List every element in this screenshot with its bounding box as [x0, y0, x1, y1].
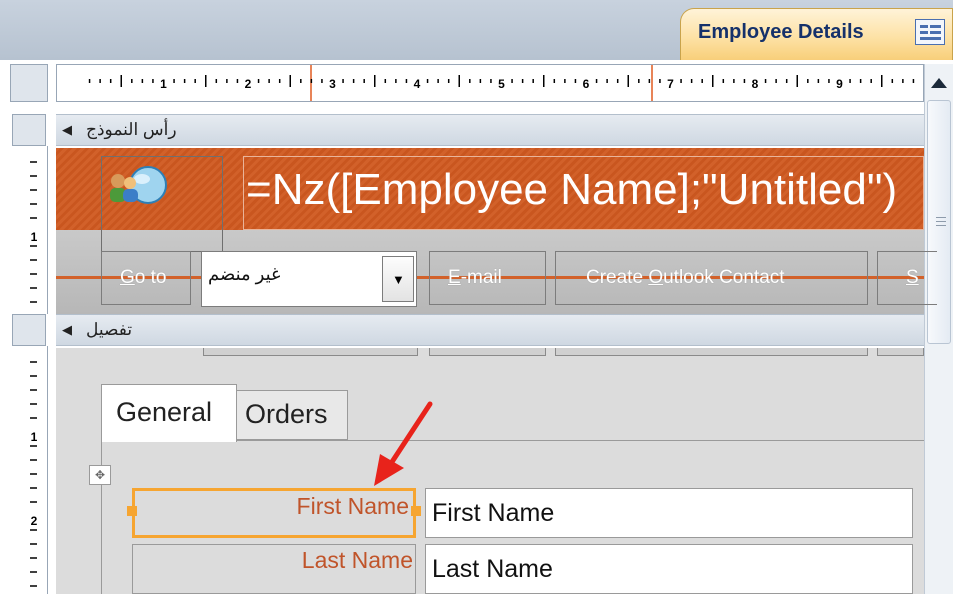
form-design-view: Employee Details 123456789 ◀ رأس النموذج… — [0, 0, 953, 594]
last-name-value: Last Name — [432, 555, 553, 583]
detail-section-label: تفصيل — [86, 320, 133, 339]
outlook-label-end: utlook Contact — [663, 267, 785, 288]
ruler-number: 2 — [245, 77, 252, 91]
control-stub — [203, 348, 418, 356]
goto-label-text: o to — [134, 267, 167, 288]
tab-general[interactable]: General — [101, 384, 237, 442]
email-label: -mail — [460, 267, 502, 288]
combo-dropdown-button[interactable]: ▼ — [382, 256, 414, 302]
scroll-up-arrow-icon[interactable] — [925, 68, 953, 98]
scrollbar-thumb[interactable] — [927, 100, 951, 344]
ruler-number: 6 — [583, 77, 590, 91]
resize-handle[interactable] — [411, 506, 421, 516]
document-tab-title: Employee Details — [698, 21, 864, 43]
form-selector[interactable] — [10, 64, 48, 102]
control-stub — [429, 348, 546, 356]
horizontal-ruler[interactable]: 1 2 3 4 5 6 7 8 9 — [56, 64, 924, 102]
document-tab-bar: Employee Details — [0, 0, 953, 60]
last-name-textbox[interactable]: Last Name — [425, 544, 913, 594]
outlook-label-start: Create — [586, 267, 649, 288]
ruler-number: 1 — [160, 77, 167, 91]
form-header-section-selector[interactable] — [12, 114, 46, 146]
goto-label[interactable]: Go to — [101, 251, 191, 305]
vertical-ruler-detail[interactable]: 12 — [10, 346, 48, 594]
ruler-number: 1 — [31, 230, 38, 244]
first-name-label-text: First Name — [296, 493, 409, 519]
save-label-partial: S — [906, 267, 919, 288]
first-name-label[interactable]: First Name — [132, 488, 416, 538]
section-collapse-icon[interactable]: ◀ — [62, 322, 72, 338]
resize-handle[interactable] — [127, 506, 137, 516]
goto-combo-value: غير منضم — [208, 264, 281, 284]
goto-combo-box[interactable]: غير منضم ▼ — [201, 251, 417, 307]
email-accelerator: E — [448, 267, 461, 288]
detail-section-bar[interactable]: ◀ تفصيل — [56, 314, 924, 346]
ruler-number: 1 — [31, 430, 38, 444]
first-name-textbox[interactable]: First Name — [425, 488, 913, 538]
ruler-number: 4 — [414, 77, 421, 91]
tab-orders-label: Orders — [245, 399, 328, 429]
detail-section-selector[interactable] — [12, 314, 46, 346]
annotation-arrow-icon — [374, 401, 433, 486]
ruler-number: 5 — [498, 77, 505, 91]
move-handle-icon[interactable]: ✥ — [89, 465, 111, 485]
email-button[interactable]: E-mail — [429, 251, 546, 305]
save-button-partial[interactable]: S — [877, 251, 937, 305]
control-stub — [555, 348, 868, 356]
ruler-number: 8 — [752, 77, 759, 91]
ruler-number: 3 — [329, 77, 336, 91]
vertical-ruler-header[interactable]: 1 — [10, 146, 48, 314]
form-header-section-bar[interactable]: ◀ رأس النموذج — [56, 114, 924, 146]
ruler-number: 9 — [836, 77, 843, 91]
last-name-label[interactable]: Last Name — [132, 544, 416, 594]
first-name-value: First Name — [432, 499, 555, 527]
create-outlook-contact-button[interactable]: Create Outlook Contact — [555, 251, 868, 305]
horizontal-ruler-ticks: 1 2 3 4 5 6 7 8 9 — [88, 65, 915, 101]
title-textbox[interactable]: =Nz([Employee Name];"Untitled") — [243, 156, 924, 230]
tab-general-label: General — [116, 397, 213, 427]
chevron-down-icon: ▼ — [392, 272, 405, 287]
vertical-ruler-ticks: 12 — [30, 361, 38, 587]
ruler-number: 7 — [667, 77, 674, 91]
section-collapse-icon[interactable]: ◀ — [62, 122, 72, 138]
ruler-number: 2 — [31, 514, 38, 528]
goto-accelerator: G — [120, 267, 135, 288]
control-stub — [877, 348, 924, 356]
logo-control[interactable] — [101, 156, 223, 252]
tab-orders[interactable]: Orders — [236, 390, 348, 440]
vertical-scrollbar[interactable] — [924, 64, 953, 594]
last-name-label-text: Last Name — [301, 547, 413, 573]
outlook-accelerator: O — [648, 267, 664, 288]
vertical-ruler-ticks: 1 — [30, 161, 38, 303]
title-expression: =Nz([Employee Name];"Untitled") — [246, 165, 898, 214]
form-view-icon[interactable] — [915, 19, 945, 45]
form-header-section-label: رأس النموذج — [86, 120, 177, 139]
employees-globe-icon — [110, 166, 167, 204]
document-tab[interactable]: Employee Details — [680, 8, 953, 60]
